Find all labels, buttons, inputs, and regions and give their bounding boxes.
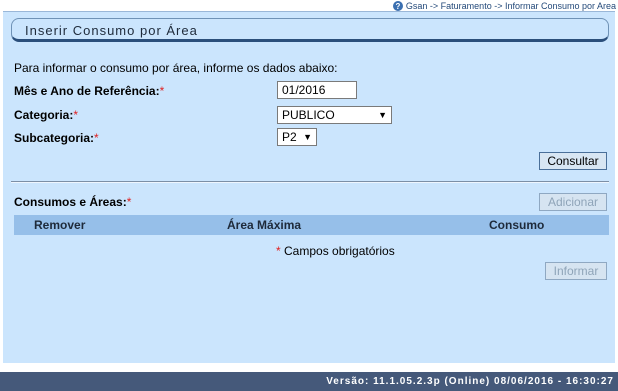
column-area-maxima: Área Máxima xyxy=(227,218,302,232)
breadcrumb-text: Gsan -> Faturamento -> Informar Consumo … xyxy=(405,1,616,11)
mes-ano-label-text: Mês e Ano de Referência: xyxy=(14,84,160,98)
help-icon[interactable]: ? xyxy=(392,1,403,11)
categoria-label-text: Categoria: xyxy=(14,108,74,122)
chevron-down-icon: ▼ xyxy=(378,110,387,120)
subcategoria-label-text: Subcategoria: xyxy=(14,131,95,145)
chevron-down-icon: ▼ xyxy=(303,132,312,142)
categoria-select[interactable]: PUBLICO ▼ xyxy=(277,106,392,124)
version-text: Versão: 11.1.05.2.3p (Online) 08/06/2016… xyxy=(326,376,614,387)
subcategoria-label: Subcategoria:* xyxy=(14,131,99,145)
adicionar-button[interactable]: Adicionar xyxy=(539,193,607,211)
required-legend-text: Campos obrigatórios xyxy=(284,244,395,258)
column-remover: Remover xyxy=(34,218,86,232)
categoria-label: Categoria:* xyxy=(14,108,78,122)
required-mark: * xyxy=(73,108,79,122)
informar-button[interactable]: Informar xyxy=(545,262,607,280)
divider xyxy=(11,181,609,183)
required-mark: * xyxy=(94,131,99,145)
required-mark: * xyxy=(126,195,132,209)
mes-ano-input[interactable] xyxy=(277,81,357,99)
footer: Versão: 11.1.05.2.3p (Online) 08/06/2016… xyxy=(0,372,618,391)
categoria-selected: PUBLICO xyxy=(282,108,335,122)
consumos-label: Consumos e Áreas:* xyxy=(14,195,131,209)
required-mark: * xyxy=(159,84,165,98)
page-title-box: Inserir Consumo por Área xyxy=(11,18,609,42)
mes-ano-label: Mês e Ano de Referência:* xyxy=(14,84,164,98)
form-intro: Para informar o consumo por área, inform… xyxy=(14,61,338,75)
footer-gap xyxy=(0,363,618,372)
required-mark: * xyxy=(276,244,281,258)
page-title: Inserir Consumo por Área xyxy=(25,23,198,38)
main-panel: Inserir Consumo por Área Para informar o… xyxy=(3,11,615,364)
consultar-button[interactable]: Consultar xyxy=(539,152,607,170)
consumos-table-header: Remover Área Máxima Consumo xyxy=(14,215,609,235)
subcategoria-select[interactable]: P2 ▼ xyxy=(277,128,317,146)
consumos-label-text: Consumos e Áreas: xyxy=(14,195,127,209)
subcategoria-selected: P2 xyxy=(282,130,297,144)
column-consumo: Consumo xyxy=(489,218,545,232)
required-legend: * Campos obrigatórios xyxy=(276,244,395,258)
